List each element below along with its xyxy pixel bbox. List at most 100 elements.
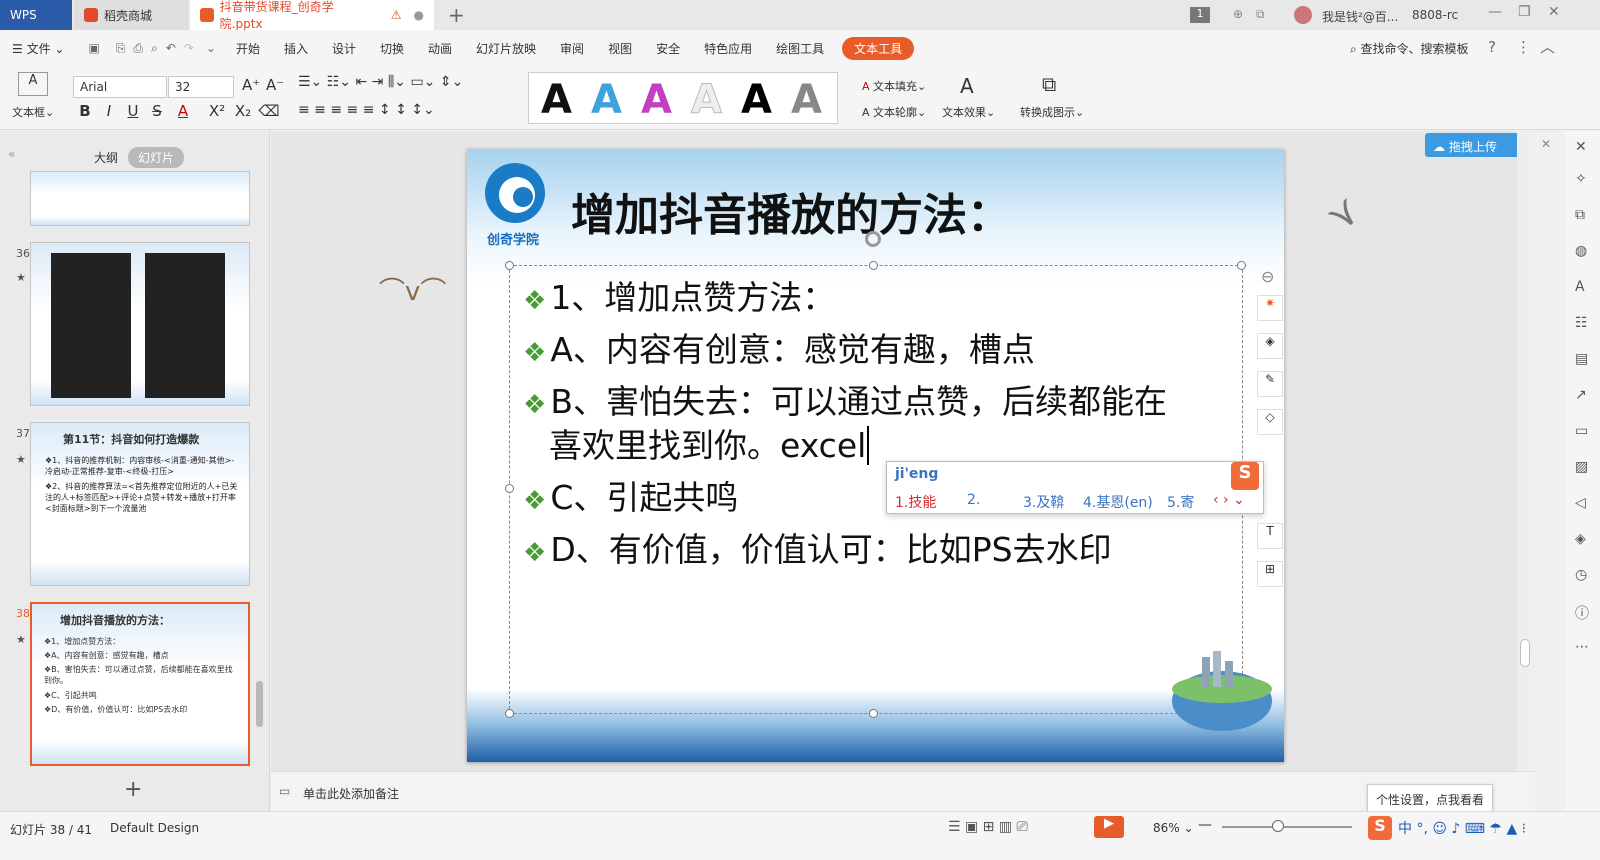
- textbox-icon[interactable]: A: [18, 72, 48, 96]
- menu-file[interactable]: ☰ 文件 ⌄: [0, 40, 76, 57]
- menu-drawing-tools[interactable]: 绘图工具: [764, 40, 836, 57]
- tab-wps[interactable]: WPS: [0, 0, 72, 30]
- underline-icon[interactable]: U: [122, 102, 144, 120]
- textbox-button[interactable]: 文本框⌄: [12, 104, 54, 120]
- menu-security[interactable]: 安全: [644, 40, 692, 57]
- resize-handle[interactable]: [505, 709, 514, 718]
- smart-icon[interactable]: ✷: [1257, 295, 1283, 321]
- resize-handle[interactable]: [1237, 261, 1246, 270]
- font-size-select[interactable]: 32: [168, 76, 234, 98]
- zoom-out-icon[interactable]: —: [1198, 817, 1212, 833]
- ime-status-icons[interactable]: 中 °, ☺ ♪ ⌨ ☂ ▲ ⁝: [1398, 818, 1526, 838]
- help-icon[interactable]: ?: [1488, 38, 1496, 56]
- menu-text-tools[interactable]: 文本工具: [842, 36, 915, 60]
- panel-scrollbar[interactable]: [256, 681, 263, 727]
- grow-font-icon[interactable]: A⁺: [242, 76, 260, 94]
- window-count-badge[interactable]: 1: [1190, 7, 1210, 23]
- style-bold-black[interactable]: A: [741, 77, 772, 123]
- tab-store[interactable]: 稻壳商城: [74, 0, 188, 30]
- save-icon[interactable]: ▣: [76, 41, 111, 55]
- export-icon[interactable]: ⎘: [112, 41, 130, 56]
- image-icon[interactable]: ▨: [1575, 459, 1588, 475]
- scroll-thumb[interactable]: [1520, 639, 1530, 667]
- tab-outline[interactable]: 大纲: [84, 147, 128, 168]
- canvas-scrollbar[interactable]: [1517, 131, 1535, 771]
- ime-candidate-3[interactable]: 3.及鞥: [1023, 492, 1064, 512]
- shield-icon[interactable]: ◈: [1575, 531, 1586, 547]
- sliders-icon[interactable]: ☷: [1575, 315, 1588, 331]
- italic-icon[interactable]: I: [98, 102, 120, 120]
- bullet-d[interactable]: ❖ D、有价值，价值认可：比如PS去水印: [523, 523, 1112, 571]
- redo-icon[interactable]: ↷: [180, 41, 198, 55]
- font-color-icon[interactable]: A: [172, 102, 194, 120]
- bullets-icon[interactable]: ☰⌄ ☷⌄ ⇤ ⇥ ⫼⌄ ▭⌄ ⇕⌄: [298, 74, 463, 90]
- grid-icon[interactable]: ⊞: [1257, 561, 1283, 587]
- menu-design[interactable]: 设计: [320, 40, 368, 57]
- preview-icon[interactable]: ⌕: [147, 41, 162, 56]
- subscript-icon[interactable]: X₂: [232, 102, 254, 120]
- fill-icon[interactable]: ◇: [1257, 409, 1283, 435]
- slide-thumb-38-selected[interactable]: 增加抖音播放的方法： ❖1、增加点赞方法： ❖A、内容有创意：感觉有趣，槽点 ❖…: [30, 602, 250, 766]
- eraser-icon[interactable]: ⌫: [258, 102, 280, 120]
- menu-transition[interactable]: 切换: [368, 40, 416, 57]
- sogou-logo-icon[interactable]: S: [1368, 816, 1392, 840]
- style-gray[interactable]: A: [791, 77, 822, 123]
- print-icon[interactable]: ⎙: [129, 41, 147, 56]
- bullet-c[interactable]: ❖ C、引起共鸣: [523, 471, 738, 519]
- text-effect-button[interactable]: 文本效果⌄: [942, 104, 995, 120]
- align-icons[interactable]: ≡ ≡ ≡ ≡ ≡ ↕ ↕ ↕⌄: [298, 102, 435, 118]
- superscript-icon[interactable]: X²: [206, 102, 228, 120]
- more-icon[interactable]: ⌄: [198, 41, 224, 55]
- bold-icon[interactable]: B: [74, 102, 96, 120]
- resize-handle[interactable]: [869, 261, 878, 270]
- drag-upload-button[interactable]: ☁ 拖拽上传: [1425, 133, 1527, 157]
- strikethrough-icon[interactable]: S: [146, 102, 168, 120]
- restore-icon[interactable]: ❐: [1518, 4, 1531, 20]
- brush-icon[interactable]: ✎: [1257, 371, 1283, 397]
- text-outline-button[interactable]: A 文本轮廓⌄: [862, 104, 926, 120]
- zoom-level[interactable]: 86% ⌄: [1153, 821, 1194, 835]
- ime-page-arrows[interactable]: ‹ › ⌄: [1213, 492, 1245, 508]
- menu-animation[interactable]: 动画: [416, 40, 464, 57]
- archive-icon[interactable]: ▭: [1575, 423, 1588, 439]
- ime-candidate-2[interactable]: 2.: [967, 492, 980, 508]
- magic-icon[interactable]: ✧: [1575, 171, 1587, 187]
- add-slide-icon[interactable]: +: [124, 777, 142, 802]
- bullet-b-line2[interactable]: 喜欢里找到你。excel: [549, 419, 870, 467]
- text-icon[interactable]: A: [1575, 279, 1585, 295]
- layout-icon[interactable]: ⧉: [1256, 7, 1265, 22]
- style-blue[interactable]: A: [591, 77, 622, 123]
- convert-button[interactable]: 转换成图示⌄: [1020, 104, 1084, 120]
- bullet-a[interactable]: ❖ A、内容有创意：感觉有趣，槽点: [523, 323, 1035, 371]
- user-name[interactable]: 我是钱²@百...: [1322, 8, 1398, 25]
- zoom-slider[interactable]: [1222, 826, 1352, 828]
- view-icons[interactable]: ☰ ▣ ⊞ ▥ ⎚: [948, 819, 1028, 835]
- resize-handle[interactable]: [869, 709, 878, 718]
- picture-icon[interactable]: ▤: [1575, 351, 1588, 367]
- ime-candidate-5[interactable]: 5.寄: [1167, 492, 1194, 512]
- shapes-icon[interactable]: ◍: [1575, 243, 1587, 259]
- audio-icon[interactable]: ◁: [1575, 495, 1586, 511]
- slide-title[interactable]: 增加抖音播放的方法：: [571, 179, 1011, 243]
- play-icon[interactable]: ▶: [1094, 816, 1124, 838]
- kebab-icon[interactable]: ⋮: [1516, 38, 1531, 56]
- slide-thumb-35[interactable]: [30, 171, 250, 226]
- layers-icon[interactable]: ◈: [1257, 333, 1283, 359]
- cloud-icon[interactable]: ⊕: [1233, 7, 1243, 21]
- undo-icon[interactable]: ↶: [162, 41, 180, 55]
- bullet-1[interactable]: ❖ 1、增加点赞方法：: [523, 271, 835, 319]
- copy-icon[interactable]: ⧉: [1575, 207, 1585, 223]
- search-command[interactable]: ⌕ 查找命令、搜索模板: [1350, 40, 1469, 57]
- notes-placeholder[interactable]: 单击此处添加备注: [303, 785, 399, 802]
- menu-insert[interactable]: 插入: [272, 40, 320, 57]
- menu-review[interactable]: 审阅: [548, 40, 596, 57]
- resize-handle[interactable]: [505, 484, 514, 493]
- ime-candidate-4[interactable]: 4.基恩(en): [1083, 492, 1153, 512]
- menu-slideshow[interactable]: 幻灯片放映: [464, 40, 548, 57]
- more-dots-icon[interactable]: ⋯: [1575, 639, 1589, 655]
- zoom-slider-thumb[interactable]: [1272, 820, 1284, 832]
- close-upload-icon[interactable]: ✕: [1541, 137, 1551, 151]
- help-circle-icon[interactable]: ⓘ: [1575, 603, 1589, 623]
- menu-special[interactable]: 特色应用: [692, 40, 764, 57]
- avatar[interactable]: [1294, 6, 1312, 24]
